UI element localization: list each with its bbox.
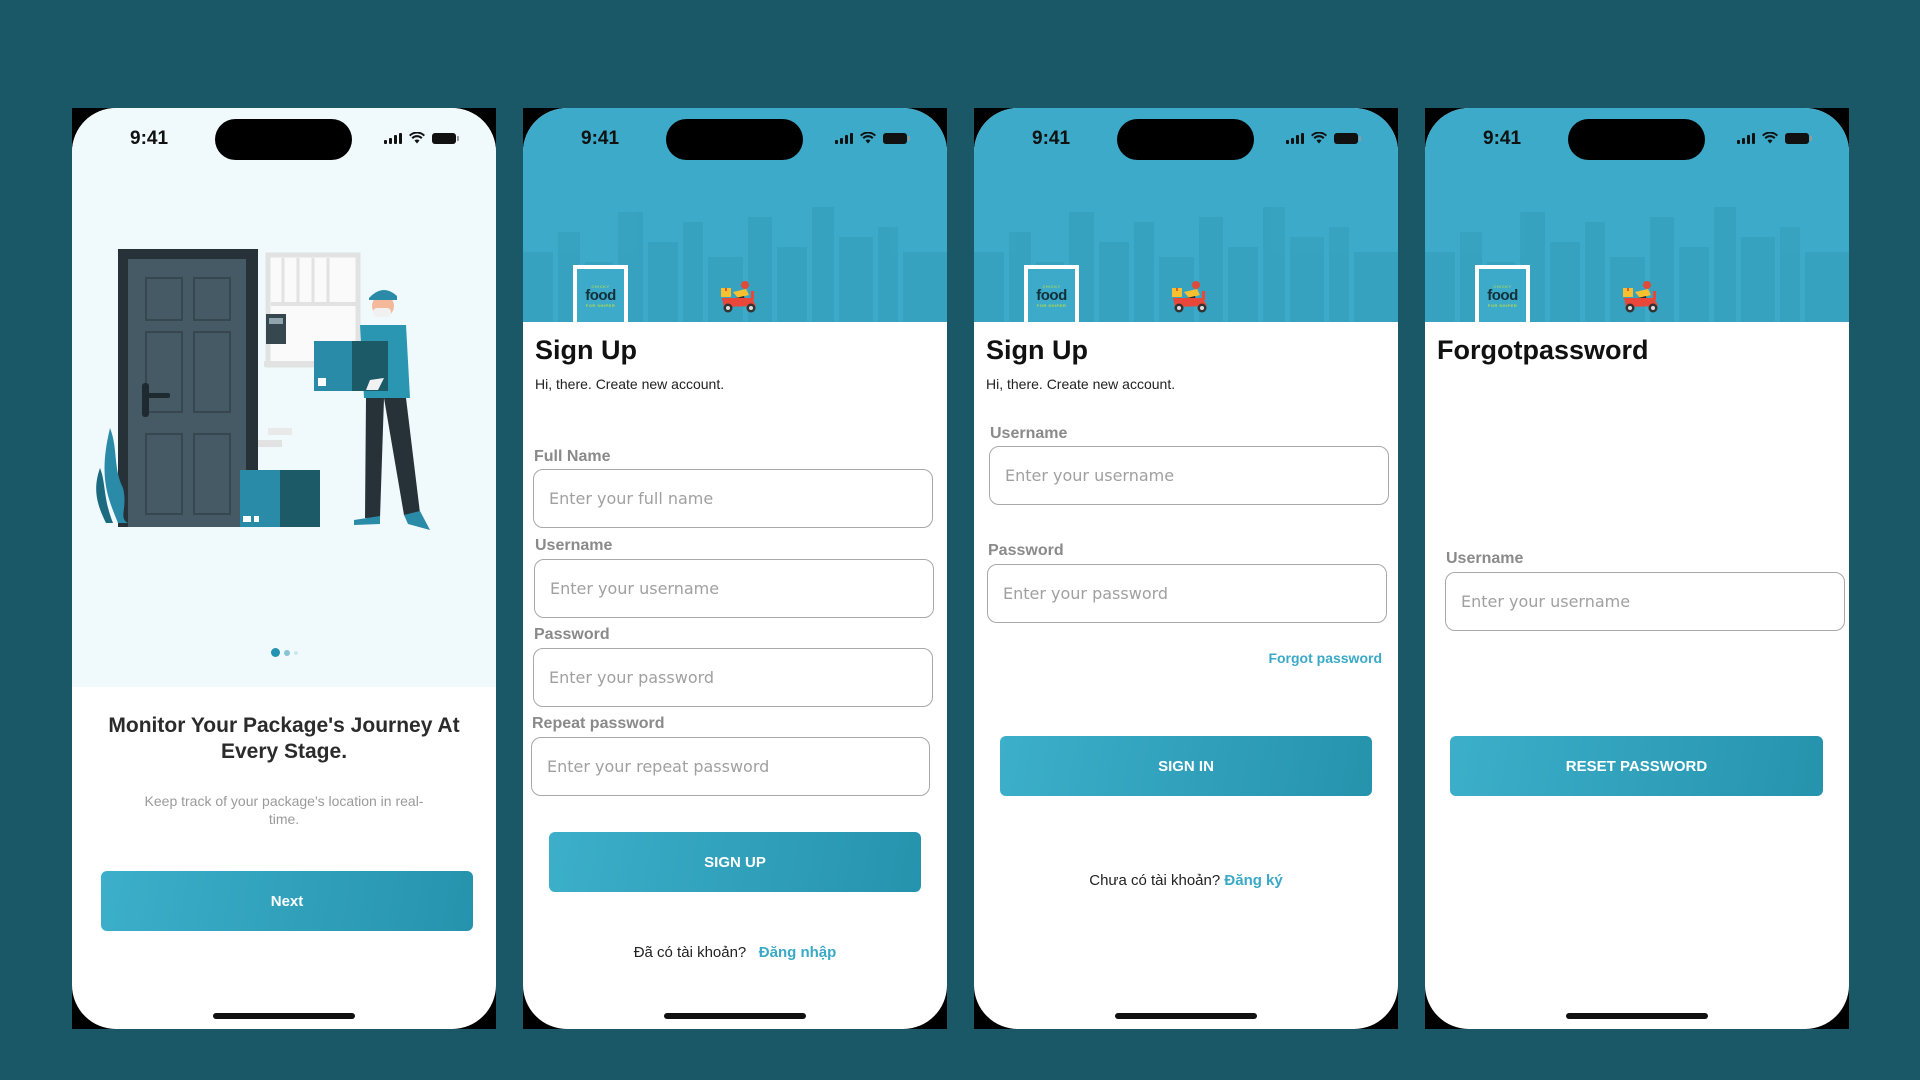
onboarding-hero (72, 108, 496, 687)
phone-signup: CHICKY food FOR SHIPER Sign Up Hi, there… (523, 108, 947, 1029)
brand-logo: CHICKY food FOR SHIPER (573, 265, 628, 322)
onboarding-screen: Monitor Your Package's Journey At Every … (72, 108, 496, 1029)
logo-wordmark: food (1036, 286, 1067, 304)
home-indicator[interactable] (1566, 1013, 1708, 1019)
page-title: Sign Up (986, 335, 1088, 365)
battery-icon (1334, 132, 1361, 144)
logo-tagline-bottom: FOR SHIPER (585, 302, 616, 308)
battery-icon (1785, 132, 1812, 144)
phone-onboarding: Monitor Your Package's Journey At Every … (72, 108, 496, 1029)
full-name-input[interactable] (533, 469, 933, 528)
wifi-icon (1311, 132, 1327, 144)
signin-screen: CHICKY food FOR SHIPER Sign Up Hi, there… (974, 108, 1398, 1029)
page-dot-active[interactable] (270, 648, 280, 657)
page-indicator (72, 648, 496, 657)
username-input[interactable] (989, 446, 1389, 505)
signal-icon (1737, 132, 1755, 144)
dynamic-island (215, 119, 352, 160)
login-prompt-text: Đã có tài khoản? (633, 944, 747, 961)
delivery-illustration (96, 249, 430, 530)
login-prompt: Đã có tài khoản? Đăng nhập (523, 944, 947, 961)
username-label: Username (535, 537, 613, 554)
scooter-delivery-icon (721, 281, 756, 313)
status-bar: 9:41 (974, 108, 1398, 164)
register-prompt: Chưa có tài khoản? Đăng ký (974, 872, 1398, 889)
status-time: 9:41 (1483, 128, 1522, 149)
repeat-password-input[interactable] (531, 737, 930, 796)
username-label: Username (1446, 550, 1524, 567)
signup-screen: CHICKY food FOR SHIPER Sign Up Hi, there… (523, 108, 947, 1029)
battery-icon (432, 132, 459, 144)
status-time: 9:41 (581, 128, 620, 149)
phone-signin: CHICKY food FOR SHIPER Sign Up Hi, there… (974, 108, 1398, 1029)
username-label: Username (990, 425, 1068, 442)
signal-icon (384, 132, 402, 144)
register-prompt-text: Chưa có tài khoản? (1089, 872, 1221, 889)
logo-wordmark: food (585, 286, 616, 304)
next-button[interactable]: Next (101, 871, 473, 931)
status-bar: 9:41 (72, 108, 496, 164)
wifi-icon (409, 132, 425, 144)
scooter-delivery-icon (1172, 281, 1207, 313)
home-indicator[interactable] (213, 1013, 355, 1019)
wifi-icon (1762, 132, 1778, 144)
status-bar: 9:41 (1425, 108, 1849, 164)
password-input[interactable] (987, 564, 1387, 623)
page-dot[interactable] (283, 649, 290, 656)
logo-tagline-bottom: FOR SHIPER (1036, 302, 1067, 308)
reset-password-button[interactable]: RESET PASSWORD (1450, 736, 1823, 796)
forgot-password-link[interactable]: Forgot password (1268, 650, 1382, 666)
onboarding-headline: Monitor Your Package's Journey At Every … (108, 714, 460, 763)
page-title: Forgotpassword (1437, 335, 1649, 365)
register-link[interactable]: Đăng ký (1224, 872, 1282, 889)
onboarding-subtext: Keep track of your package's location in… (144, 793, 424, 827)
page-subtitle: Hi, there. Create new account. (986, 376, 1176, 392)
forgot-password-screen: CHICKY food FOR SHIPER Forgotpassword Us… (1425, 108, 1849, 1029)
page-dot[interactable] (293, 650, 298, 655)
page-title: Sign Up (535, 335, 637, 365)
scooter-delivery-icon (1623, 281, 1658, 313)
page-subtitle: Hi, there. Create new account. (535, 376, 725, 392)
status-time: 9:41 (1032, 128, 1071, 149)
dynamic-island (666, 119, 803, 160)
status-time: 9:41 (130, 128, 169, 149)
logo-wordmark: food (1487, 286, 1518, 304)
dynamic-island (1568, 119, 1705, 160)
home-indicator[interactable] (1115, 1013, 1257, 1019)
signal-icon (835, 132, 853, 144)
wifi-icon (860, 132, 876, 144)
username-input[interactable] (534, 559, 934, 618)
brand-logo: CHICKY food FOR SHIPER (1475, 265, 1530, 322)
full-name-label: Full Name (534, 448, 611, 465)
username-input[interactable] (1445, 572, 1845, 631)
logo-tagline-bottom: FOR SHIPER (1487, 302, 1518, 308)
dynamic-island (1117, 119, 1254, 160)
repeat-password-label: Repeat password (532, 715, 665, 732)
battery-icon (883, 132, 910, 144)
password-input[interactable] (533, 648, 933, 707)
password-label: Password (988, 542, 1064, 559)
home-indicator[interactable] (664, 1013, 806, 1019)
password-label: Password (534, 626, 610, 643)
login-link[interactable]: Đăng nhập (759, 944, 837, 961)
sign-up-button[interactable]: SIGN UP (549, 832, 921, 892)
signal-icon (1286, 132, 1304, 144)
phone-forgot-password: CHICKY food FOR SHIPER Forgotpassword Us… (1425, 108, 1849, 1029)
status-bar: 9:41 (523, 108, 947, 164)
sign-in-button[interactable]: SIGN IN (1000, 736, 1372, 796)
brand-logo: CHICKY food FOR SHIPER (1024, 265, 1079, 322)
